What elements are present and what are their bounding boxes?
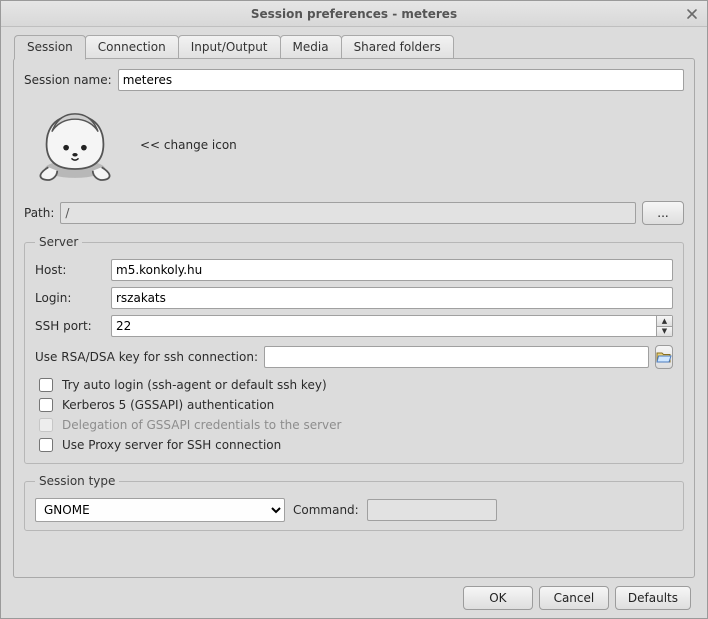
tab-shared-label: Shared folders — [354, 40, 441, 54]
login-input[interactable] — [111, 287, 673, 309]
sshport-input[interactable] — [111, 315, 673, 337]
tab-io-label: Input/Output — [191, 40, 268, 54]
session-type-select[interactable]: GNOME — [35, 498, 285, 522]
session-type-group: Session type GNOME Command: — [24, 474, 684, 531]
dialog-footer: OK Cancel Defaults — [13, 578, 695, 612]
rsa-key-row: Use RSA/DSA key for ssh connection: — [35, 345, 673, 369]
defaults-button[interactable]: Defaults — [615, 586, 691, 610]
kerberos-checkbox[interactable] — [39, 398, 53, 412]
sshport-wrap: ▲ ▼ — [111, 315, 673, 337]
sshport-label: SSH port: — [35, 319, 105, 333]
rsa-key-browse-button[interactable] — [655, 345, 673, 369]
host-input[interactable] — [111, 259, 673, 281]
proxy-checkbox[interactable] — [39, 438, 53, 452]
close-icon[interactable] — [683, 5, 701, 23]
tab-media[interactable]: Media — [280, 35, 342, 59]
auto-login-checkbox[interactable] — [39, 378, 53, 392]
server-form: Host: Login: SSH port: ▲ ▼ — [35, 259, 673, 337]
ok-label: OK — [489, 591, 506, 605]
session-name-row: Session name: — [24, 69, 684, 91]
session-icon[interactable] — [30, 105, 120, 185]
tab-connection-label: Connection — [98, 40, 166, 54]
path-row: Path: ... — [24, 201, 684, 225]
delegation-checkbox — [39, 418, 53, 432]
proxy-label: Use Proxy server for SSH connection — [62, 438, 281, 452]
kerberos-row: Kerberos 5 (GSSAPI) authentication — [35, 395, 673, 415]
sshport-spinner: ▲ ▼ — [656, 316, 672, 336]
auto-login-row: Try auto login (ssh-agent or default ssh… — [35, 375, 673, 395]
path-input — [60, 202, 636, 224]
rsa-key-label: Use RSA/DSA key for ssh connection: — [35, 350, 258, 364]
titlebar: Session preferences - meteres — [1, 1, 707, 27]
tab-session-label: Session — [27, 40, 73, 54]
host-label: Host: — [35, 263, 105, 277]
tab-bar: Session Connection Input/Output Media Sh… — [13, 35, 695, 59]
cancel-label: Cancel — [554, 591, 595, 605]
kerberos-label: Kerberos 5 (GSSAPI) authentication — [62, 398, 274, 412]
tab-session[interactable]: Session — [14, 35, 86, 60]
server-group: Server Host: Login: SSH port: ▲ ▼ — [24, 235, 684, 464]
ok-button[interactable]: OK — [463, 586, 533, 610]
server-legend: Server — [35, 235, 82, 249]
change-icon-label: << change icon — [140, 138, 237, 152]
window-title: Session preferences - meteres — [251, 7, 457, 21]
login-label: Login: — [35, 291, 105, 305]
tab-panel-session: Session name: — [13, 58, 695, 578]
rsa-key-input[interactable] — [264, 346, 649, 368]
tab-shared-folders[interactable]: Shared folders — [341, 35, 454, 59]
auto-login-label: Try auto login (ssh-agent or default ssh… — [62, 378, 327, 392]
dialog-window: Session preferences - meteres Session Co… — [0, 0, 708, 619]
defaults-label: Defaults — [628, 591, 678, 605]
delegation-label: Delegation of GSSAPI credentials to the … — [62, 418, 341, 432]
path-label: Path: — [24, 206, 54, 220]
content-area: Session Connection Input/Output Media Sh… — [1, 27, 707, 618]
path-browse-label: ... — [657, 206, 668, 220]
icon-selector-area: << change icon — [24, 101, 684, 191]
spinner-up-icon[interactable]: ▲ — [656, 316, 672, 327]
spinner-down-icon[interactable]: ▼ — [656, 327, 672, 337]
proxy-row: Use Proxy server for SSH connection — [35, 435, 673, 455]
tab-io[interactable]: Input/Output — [178, 35, 281, 59]
session-type-legend: Session type — [35, 474, 119, 488]
session-name-label: Session name: — [24, 73, 112, 87]
cancel-button[interactable]: Cancel — [539, 586, 609, 610]
command-input — [367, 499, 497, 521]
delegation-row: Delegation of GSSAPI credentials to the … — [35, 415, 673, 435]
folder-open-icon — [656, 350, 672, 364]
tab-connection[interactable]: Connection — [85, 35, 179, 59]
session-type-row: GNOME Command: — [35, 498, 673, 522]
tab-media-label: Media — [293, 40, 329, 54]
path-browse-button[interactable]: ... — [642, 201, 684, 225]
session-name-input[interactable] — [118, 69, 684, 91]
command-label: Command: — [293, 503, 359, 517]
